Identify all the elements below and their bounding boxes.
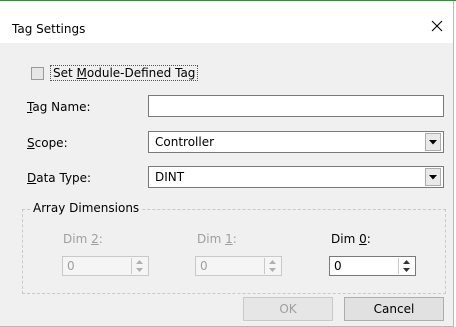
scope-select[interactable]: Controller xyxy=(148,131,444,153)
dim0-down-button[interactable] xyxy=(399,266,413,274)
dim0-up-button[interactable] xyxy=(399,258,413,266)
dim2-down-button[interactable] xyxy=(132,266,146,274)
data-type-dropdown-button[interactable] xyxy=(425,168,441,186)
dim0-value: 0 xyxy=(334,259,342,273)
module-defined-checkbox[interactable] xyxy=(31,66,44,80)
close-button[interactable] xyxy=(423,13,451,39)
arrow-up-icon xyxy=(402,260,410,264)
scope-label: Scope: xyxy=(27,136,68,150)
arrow-up-icon xyxy=(268,260,276,264)
dim2-value: 0 xyxy=(67,259,75,273)
cancel-button[interactable]: Cancel xyxy=(344,297,444,321)
dim0-label: Dim 0: xyxy=(331,232,371,246)
arrow-down-icon xyxy=(268,268,276,272)
close-icon xyxy=(431,20,443,32)
dim0-spinner[interactable]: 0 xyxy=(329,256,416,276)
dim1-spinner[interactable]: 0 xyxy=(195,256,282,276)
data-type-select[interactable]: DINT xyxy=(148,166,444,188)
arrow-down-icon xyxy=(135,268,143,272)
arrow-up-icon xyxy=(135,260,143,264)
chevron-down-icon xyxy=(429,174,437,179)
dim2-spinner[interactable]: 0 xyxy=(62,256,149,276)
scope-value: Controller xyxy=(155,135,215,149)
dim1-value: 0 xyxy=(200,259,208,273)
scope-dropdown-button[interactable] xyxy=(425,133,441,151)
chevron-down-icon xyxy=(429,139,437,144)
data-type-value: DINT xyxy=(155,170,185,184)
tag-name-label: Tag Name: xyxy=(27,100,91,114)
title-bar[interactable]: Tag Settings xyxy=(0,1,453,43)
dim1-down-button[interactable] xyxy=(265,266,279,274)
dialog-title: Tag Settings xyxy=(12,22,86,36)
dim1-label: Dim 1: xyxy=(197,232,237,246)
ok-button[interactable]: OK xyxy=(243,297,333,321)
data-type-label: Data Type: xyxy=(27,171,92,185)
array-dimensions-title: Array Dimensions xyxy=(30,201,143,215)
module-defined-checkbox-row[interactable]: Set Module-Defined Tag xyxy=(31,65,199,81)
array-dimensions-group xyxy=(22,209,446,294)
dim2-label: Dim 2: xyxy=(63,232,103,246)
arrow-down-icon xyxy=(402,268,410,272)
module-defined-label: Set Module-Defined Tag xyxy=(50,65,199,81)
tag-name-input[interactable] xyxy=(148,95,444,117)
dim2-up-button[interactable] xyxy=(132,258,146,266)
dim1-up-button[interactable] xyxy=(265,258,279,266)
